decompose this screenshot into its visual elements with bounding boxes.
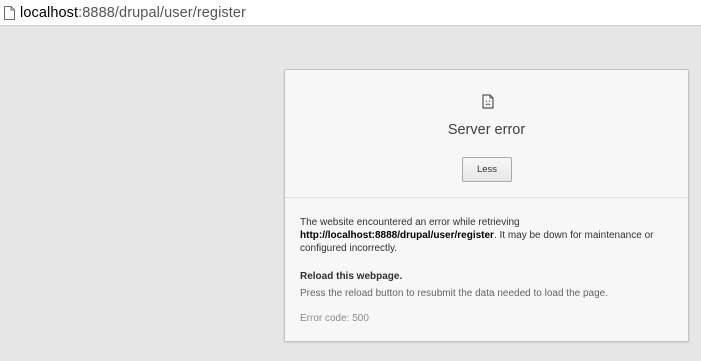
error-description: The website encountered an error while r… (300, 216, 678, 255)
url-host: localhost (20, 4, 79, 21)
less-button[interactable]: Less (462, 157, 512, 182)
error-summary: Server error Less (285, 70, 688, 198)
error-card: Server error Less The website encountere… (284, 69, 689, 342)
page-icon (2, 3, 16, 23)
error-url: http://localhost:8888/drupal/user/regist… (300, 230, 494, 241)
sad-page-icon (482, 94, 494, 109)
address-bar[interactable]: localhost:8888/drupal/user/register (0, 0, 701, 26)
url-path: :8888/drupal/user/register (78, 4, 246, 21)
error-details: The website encountered an error while r… (300, 216, 678, 324)
reload-heading: Reload this webpage. (300, 271, 403, 282)
error-code: Error code: 500 (300, 313, 369, 324)
reload-description: Press the reload button to resubmit the … (300, 288, 608, 299)
error-title: Server error (447, 122, 526, 138)
url-text[interactable]: localhost:8888/drupal/user/register (20, 5, 246, 21)
description-text-before: The website encountered an error while r… (300, 217, 520, 228)
